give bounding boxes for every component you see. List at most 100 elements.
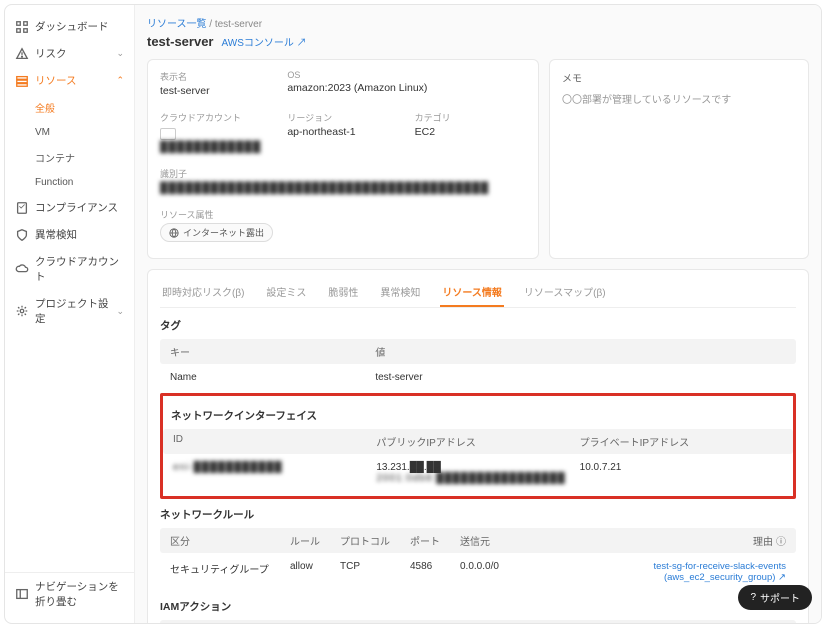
col-header: プライベートIPアドレス	[580, 434, 783, 449]
dashboard-icon	[15, 20, 29, 34]
tab-misconfig[interactable]: 設定ミス	[264, 278, 308, 307]
value: ███████████████████████████████████████	[160, 182, 526, 194]
col-header: キー	[170, 344, 375, 359]
resource-icon	[15, 74, 29, 88]
cell: test-sg-for-receive-slack-events(aws_ec2…	[580, 561, 786, 583]
cell: TCP	[340, 561, 410, 583]
table-row: セキュリティグループ allow TCP 4586 0.0.0.0/0 test…	[160, 553, 796, 591]
nav-risk[interactable]: リスク ⌄	[5, 40, 134, 67]
breadcrumb-current: test-server	[215, 19, 262, 30]
page-title: test-server AWSコンソール ↗	[147, 34, 809, 49]
chevron-down-icon: ⌄	[116, 306, 124, 317]
cell: Name	[170, 372, 375, 383]
breadcrumb-parent[interactable]: リソース一覧	[147, 19, 207, 30]
section-nif: ネットワークインターフェイス	[163, 408, 793, 423]
nav-compliance[interactable]: コンプライアンス	[5, 194, 134, 221]
label: リージョン	[287, 111, 398, 124]
nav-label: クラウドアカウント	[35, 254, 124, 284]
value: test-server	[160, 85, 271, 97]
col-header: ポート	[410, 533, 460, 548]
aws-icon	[160, 128, 176, 140]
aws-console-link[interactable]: AWSコンソール ↗	[222, 34, 307, 49]
nav-label: コンプライアンス	[35, 200, 118, 215]
col-header: 送信元	[460, 533, 580, 548]
nav-label: ナビゲーションを折り畳む	[35, 579, 124, 609]
sidebar: ダッシュボード リスク ⌄ リソース ⌃ 全般 VM コンテナ Function…	[5, 5, 135, 623]
checklist-icon	[15, 201, 29, 215]
memo-card: メモ 〇〇部署が管理しているリソースです	[549, 59, 809, 259]
nav-resource-vm[interactable]: VM	[5, 121, 134, 144]
value: EC2	[415, 126, 526, 138]
cell: 10.0.7.21	[580, 462, 783, 484]
info-icon[interactable]: ⓘ	[776, 533, 786, 548]
col-header: プロトコル	[340, 533, 410, 548]
cell: 0.0.0.0/0	[460, 561, 580, 583]
nav-project-settings[interactable]: プロジェクト設定 ⌄	[5, 290, 134, 332]
nav-anomaly[interactable]: 異常検知	[5, 221, 134, 248]
cell: eni-███████████	[173, 462, 376, 484]
cell: セキュリティグループ	[170, 561, 290, 583]
nav-label: 異常検知	[35, 227, 77, 242]
gear-icon	[15, 304, 29, 318]
main-content: リソース一覧 / test-server test-server AWSコンソー…	[135, 5, 821, 623]
label: 表示名	[160, 70, 271, 83]
tabs: 即時対応リスク(β) 設定ミス 脆弱性 異常検知 リソース情報 リソースマップ(…	[160, 270, 796, 308]
internet-exposure-badge: インターネット露出	[160, 223, 273, 242]
col-header: ルール	[290, 533, 340, 548]
chevron-down-icon: ⌄	[116, 48, 124, 59]
nav-label: Function	[35, 177, 73, 188]
collapse-icon	[15, 587, 29, 601]
tab-resource-map[interactable]: リソースマップ(β)	[522, 278, 608, 307]
cell: allow	[290, 561, 340, 583]
tab-resource-info[interactable]: リソース情報	[440, 278, 504, 307]
tab-immediate-risk[interactable]: 即時対応リスク(β)	[160, 278, 246, 307]
value: ████████████	[160, 126, 271, 153]
table-row: Name test-server	[160, 364, 796, 391]
chevron-up-icon: ⌃	[116, 75, 124, 86]
nav-label: VM	[35, 127, 50, 138]
nav-collapse[interactable]: ナビゲーションを折り畳む	[5, 573, 134, 615]
nav-resource-all[interactable]: 全般	[5, 94, 134, 121]
nav-resource-function[interactable]: Function	[5, 171, 134, 194]
label: 識別子	[160, 167, 526, 180]
col-header: パブリックIPアドレス	[376, 434, 579, 449]
support-button[interactable]: ? サポート	[738, 585, 812, 610]
label: クラウドアカウント	[160, 111, 271, 124]
support-label: サポート	[760, 590, 800, 605]
col-header: 理由ⓘ	[580, 533, 786, 548]
nav-label: コンテナ	[35, 150, 75, 165]
tab-anomaly[interactable]: 異常検知	[378, 278, 422, 307]
label: OS	[287, 70, 526, 80]
section-rules: ネットワークルール	[160, 507, 796, 522]
cell: 13.231.██.██2001:0db8:████████████████	[376, 462, 579, 484]
section-iam: IAMアクション	[160, 599, 796, 614]
iam-table: ルール アクション 条件 リソース 理由ⓘ	[160, 620, 796, 623]
breadcrumb: リソース一覧 / test-server	[147, 15, 809, 30]
nif-table: ID パブリックIPアドレス プライベートIPアドレス eni-████████…	[163, 429, 793, 492]
nav-label: ダッシュボード	[35, 19, 109, 34]
nav-resource-container[interactable]: コンテナ	[5, 144, 134, 171]
nav-resource[interactable]: リソース ⌃	[5, 67, 134, 94]
nav-cloud-account[interactable]: クラウドアカウント	[5, 248, 134, 290]
nav-label: プロジェクト設定	[35, 296, 110, 326]
shield-icon	[15, 228, 29, 242]
nav-dashboard[interactable]: ダッシュボード	[5, 13, 134, 40]
tags-table: キー 値 Name test-server	[160, 339, 796, 391]
cell: 4586	[410, 561, 460, 583]
col-header: 区分	[170, 533, 290, 548]
memo-body[interactable]: 〇〇部署が管理しているリソースです	[562, 91, 796, 106]
globe-icon	[169, 228, 179, 238]
resource-info-card: 表示名 test-server OS amazon:2023 (Amazon Lin…	[147, 59, 539, 259]
sg-link[interactable]: test-sg-for-receive-slack-events(aws_ec2…	[653, 561, 786, 583]
nav-label: リスク	[35, 46, 67, 61]
cloud-icon	[15, 262, 29, 276]
tab-vuln[interactable]: 脆弱性	[326, 278, 360, 307]
cell: test-server	[375, 372, 786, 383]
col-header: 値	[375, 344, 786, 359]
nav-label: リソース	[35, 73, 76, 88]
warning-icon	[15, 47, 29, 61]
rules-table: 区分 ルール プロトコル ポート 送信元 理由ⓘ セキュリティグループ allo…	[160, 528, 796, 591]
memo-header: メモ	[562, 70, 796, 85]
label: リソース属性	[160, 208, 526, 221]
value: amazon:2023 (Amazon Linux)	[287, 82, 526, 94]
